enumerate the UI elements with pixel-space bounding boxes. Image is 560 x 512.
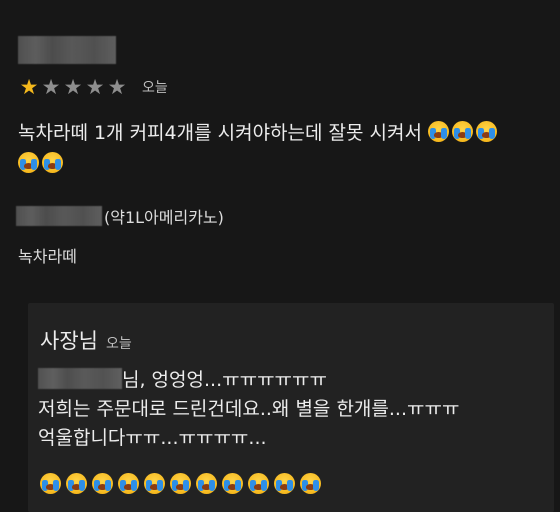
reply-line-1: 님, 엉엉엉...ㅠㅠㅠㅠㅠㅠ xyxy=(122,369,327,391)
review-screen: ★ ★ ★ ★ ★ 오늘 녹차라떼 1개 커피4개를 시켜야하는데 잘못 시켜서… xyxy=(0,0,560,512)
loudly-crying-face-icon xyxy=(42,152,63,173)
ordered-menu-item: 녹차라떼 xyxy=(18,247,77,266)
reply-line-2: 저희는 주문대로 드린건데요..왜 별을 한개를...ㅠㅠㅠ xyxy=(38,398,460,420)
reply-author: 사장님 xyxy=(40,329,98,353)
loudly-crying-face-icon xyxy=(196,473,217,494)
reply-emoji-row xyxy=(40,473,326,494)
loudly-crying-face-icon xyxy=(66,473,87,494)
review-text-content: 녹차라떼 1개 커피4개를 시켜야하는데 잘못 시켜서 xyxy=(18,122,422,144)
review-text: 녹차라떼 1개 커피4개를 시켜야하는데 잘못 시켜서 xyxy=(18,118,543,180)
ordered-menu-option: (약1L아메리카노) xyxy=(16,205,224,227)
rating-row: ★ ★ ★ ★ ★ 오늘 xyxy=(18,75,544,99)
review-date: 오늘 xyxy=(142,80,168,96)
loudly-crying-face-icon xyxy=(92,473,113,494)
reply-header: 사장님 오늘 xyxy=(40,325,132,355)
loudly-crying-face-icon xyxy=(300,473,321,494)
loudly-crying-face-icon xyxy=(40,473,61,494)
reply-line-3: 억울합니다ㅠㅠ...ㅠㅠㅠㅠ... xyxy=(38,427,267,449)
star-filled-icon: ★ xyxy=(19,75,39,99)
menu-option-text: (약1L아메리카노) xyxy=(104,208,224,227)
loudly-crying-face-icon xyxy=(118,473,139,494)
star-empty-icon: ★ xyxy=(107,75,127,99)
loudly-crying-face-icon xyxy=(144,473,165,494)
owner-reply: 사장님 오늘 님, 엉엉엉...ㅠㅠㅠㅠㅠㅠ 저희는 주문대로 드린건데요..왜… xyxy=(28,303,554,512)
loudly-crying-face-icon xyxy=(274,473,295,494)
star-empty-icon: ★ xyxy=(63,75,83,99)
loudly-crying-face-icon xyxy=(222,473,243,494)
star-empty-icon: ★ xyxy=(85,75,105,99)
customer-review: ★ ★ ★ ★ ★ 오늘 녹차라떼 1개 커피4개를 시켜야하는데 잘못 시켜서 xyxy=(18,36,544,180)
menu-name-redacted xyxy=(16,206,102,226)
customer-name-redacted xyxy=(38,368,122,389)
reviewer-name-redacted xyxy=(18,36,116,64)
reply-text: 님, 엉엉엉...ㅠㅠㅠㅠㅠㅠ 저희는 주문대로 드린건데요..왜 별을 한개를… xyxy=(38,366,550,453)
loudly-crying-face-icon xyxy=(170,473,191,494)
loudly-crying-face-icon xyxy=(428,121,450,142)
star-empty-icon: ★ xyxy=(41,75,61,99)
loudly-crying-face-icon xyxy=(248,473,269,494)
loudly-crying-face-icon xyxy=(18,152,39,173)
loudly-crying-face-icon xyxy=(476,121,498,142)
reply-date: 오늘 xyxy=(105,336,132,352)
loudly-crying-face-icon xyxy=(452,121,474,142)
